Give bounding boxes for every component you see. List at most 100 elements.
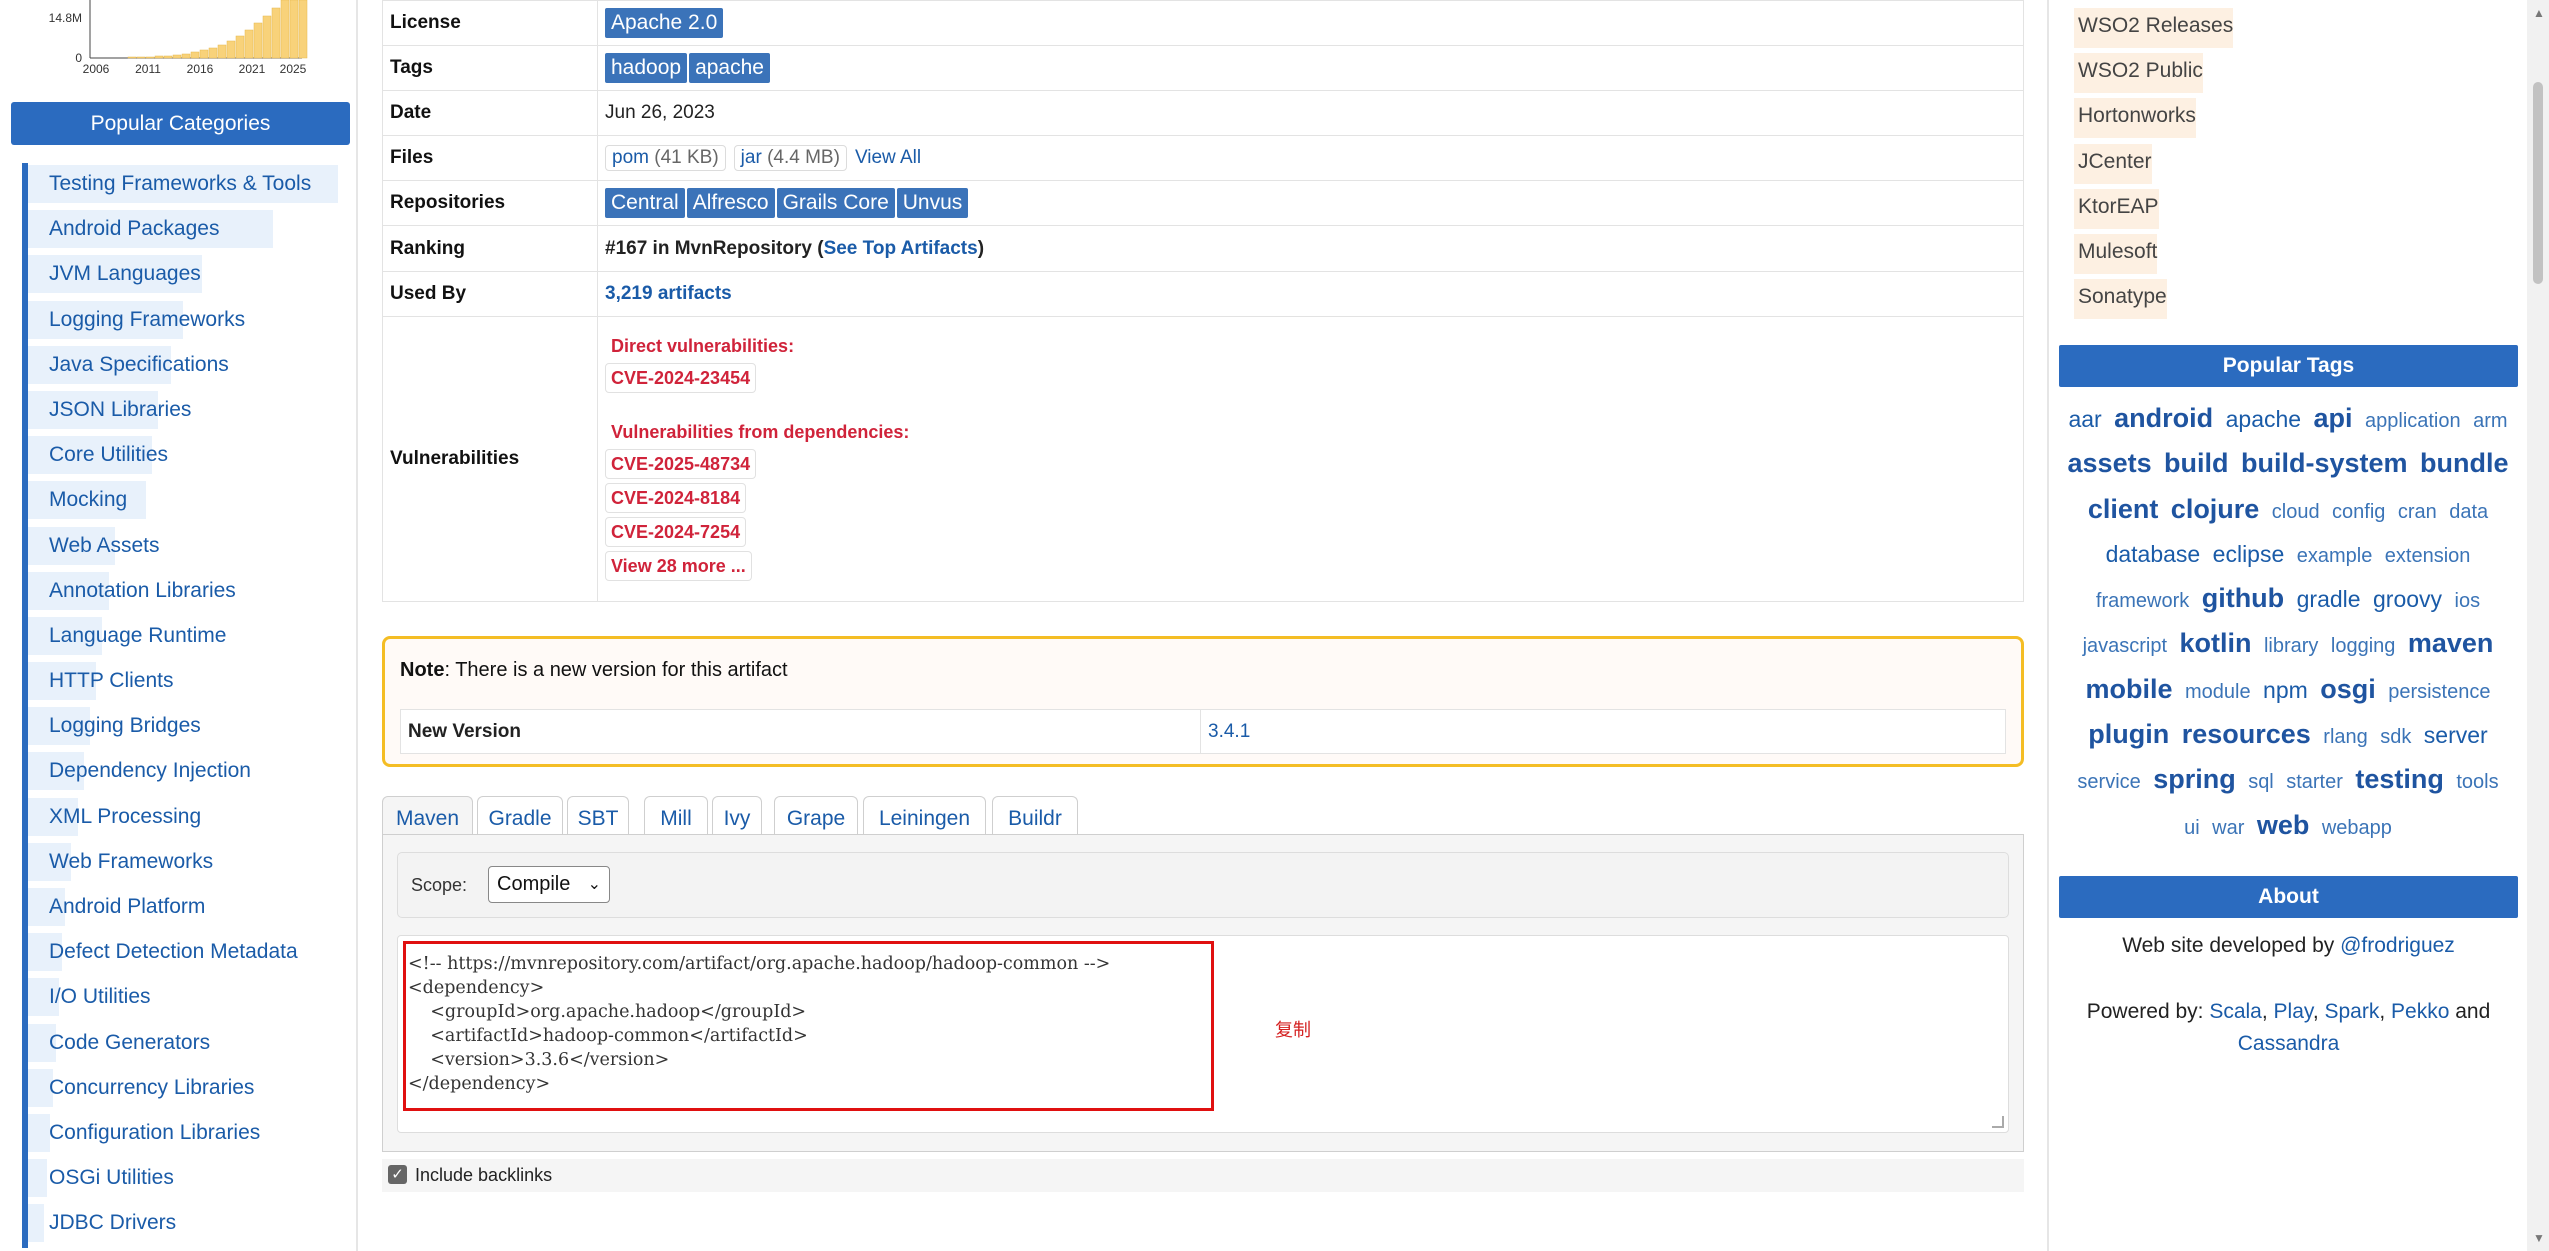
tag-cloud-link[interactable]: build-system	[2241, 448, 2408, 478]
tag-cloud-link[interactable]: ui	[2184, 817, 2200, 839]
tag-cloud-link[interactable]: aar	[2068, 406, 2101, 432]
sidebar-category-label[interactable]: Logging Frameworks	[49, 299, 245, 341]
scope-select[interactable]: Compile ⌄	[488, 866, 610, 903]
tag-cloud-link[interactable]: framework	[2096, 590, 2189, 612]
tag-cloud-link[interactable]: ios	[2455, 590, 2481, 612]
sidebar-category-label[interactable]: Android Packages	[49, 208, 219, 250]
resize-handle-icon[interactable]	[1992, 1116, 2004, 1128]
about-author-link[interactable]: @frodriguez	[2340, 934, 2455, 957]
repository-link[interactable]: WSO2 Releases	[2074, 8, 2234, 48]
file-jar-link[interactable]: jar	[741, 147, 762, 168]
tag-badge[interactable]: apache	[689, 53, 770, 83]
repo-badge[interactable]: Grails Core	[776, 188, 895, 218]
tag-cloud-link[interactable]: apache	[2226, 406, 2301, 432]
sidebar-category-item[interactable]: Core Utilities	[22, 434, 352, 480]
tag-cloud-link[interactable]: logging	[2331, 635, 2396, 657]
sidebar-category-item[interactable]: Annotation Libraries	[22, 569, 352, 615]
file-pom-link[interactable]: pom	[612, 147, 649, 168]
powered-link-spark[interactable]: Spark	[2324, 1000, 2379, 1023]
tag-cloud-link[interactable]: groovy	[2373, 586, 2442, 612]
cve-link[interactable]: CVE-2024-7254	[605, 517, 747, 547]
tag-cloud-link[interactable]: service	[2077, 771, 2140, 793]
tag-cloud-link[interactable]: plugin	[2088, 719, 2169, 749]
scroll-down-icon[interactable]: ▼	[2533, 1231, 2545, 1245]
sidebar-category-item[interactable]: Language Runtime	[22, 614, 352, 661]
tag-cloud-link[interactable]: clojure	[2171, 494, 2260, 524]
sidebar-category-label[interactable]: Web Assets	[49, 525, 160, 567]
sidebar-category-item[interactable]: Logging Bridges	[22, 705, 352, 751]
tag-badge[interactable]: hadoop	[605, 53, 688, 83]
sidebar-category-label[interactable]: Annotation Libraries	[49, 570, 236, 612]
tab-mill[interactable]: Mill	[644, 796, 708, 836]
repository-link[interactable]: KtorEAP	[2074, 188, 2159, 229]
tag-cloud-link[interactable]: rlang	[2323, 726, 2367, 748]
sidebar-category-label[interactable]: Dependency Injection	[49, 750, 251, 792]
cve-link[interactable]: CVE-2025-48734	[605, 449, 757, 479]
sidebar-category-label[interactable]: Logging Bridges	[49, 705, 201, 747]
tag-cloud-link[interactable]: testing	[2355, 764, 2444, 794]
tag-cloud-link[interactable]: gradle	[2297, 586, 2361, 612]
tag-cloud-link[interactable]: module	[2185, 681, 2251, 703]
cve-link[interactable]: CVE-2024-8184	[605, 483, 747, 513]
tag-cloud-link[interactable]: bundle	[2420, 448, 2509, 478]
sidebar-category-label[interactable]: Testing Frameworks & Tools	[49, 163, 311, 205]
sidebar-category-label[interactable]: XML Processing	[49, 796, 201, 838]
tag-cloud-link[interactable]: mobile	[2086, 674, 2173, 704]
sidebar-category-label[interactable]: Configuration Libraries	[49, 1112, 260, 1154]
tag-cloud-link[interactable]: cloud	[2272, 501, 2320, 523]
sidebar-category-label[interactable]: Java Specifications	[49, 344, 229, 386]
repo-badge[interactable]: Central	[605, 188, 685, 218]
sidebar-category-item[interactable]: Configuration Libraries	[22, 1111, 352, 1158]
scrollbar-thumb[interactable]	[2533, 82, 2543, 284]
tag-cloud-link[interactable]: npm	[2263, 677, 2308, 703]
tag-cloud-link[interactable]: persistence	[2388, 681, 2490, 703]
tag-cloud-link[interactable]: web	[2257, 810, 2310, 840]
repository-link[interactable]: Mulesoft	[2074, 234, 2158, 274]
repo-badge[interactable]: Alfresco	[686, 188, 775, 218]
sidebar-category-item[interactable]: Android Platform	[22, 886, 352, 932]
tag-cloud-link[interactable]: api	[2314, 403, 2353, 433]
tag-cloud-link[interactable]: arm	[2473, 410, 2507, 432]
tag-cloud-link[interactable]: webapp	[2322, 817, 2392, 839]
tag-cloud-link[interactable]: github	[2202, 583, 2284, 613]
tab-leiningen[interactable]: Leiningen	[863, 796, 986, 836]
tag-cloud-link[interactable]: starter	[2286, 771, 2343, 793]
sidebar-category-item[interactable]: OSGi Utilities	[22, 1157, 352, 1203]
sidebar-category-item[interactable]: JSON Libraries	[22, 388, 352, 435]
sidebar-category-label[interactable]: JSON Libraries	[49, 389, 191, 431]
sidebar-category-item[interactable]: Web Assets	[22, 524, 352, 570]
dependency-snippet-textarea[interactable]: <!-- https://mvnrepository.com/artifact/…	[397, 935, 2009, 1133]
repository-link[interactable]: JCenter	[2074, 143, 2152, 184]
sidebar-category-item[interactable]: Defect Detection Metadata	[22, 931, 352, 977]
sidebar-category-item[interactable]: I/O Utilities	[22, 976, 352, 1022]
sidebar-category-item[interactable]: XML Processing	[22, 795, 352, 841]
tag-cloud-link[interactable]: data	[2449, 501, 2488, 523]
tag-cloud-link[interactable]: assets	[2068, 448, 2152, 478]
sidebar-category-item[interactable]: Mocking	[22, 479, 352, 525]
tab-sbt[interactable]: SBT	[567, 796, 629, 836]
tag-cloud-link[interactable]: server	[2424, 722, 2488, 748]
tag-cloud-link[interactable]: extension	[2385, 545, 2471, 567]
tab-gradle[interactable]: Gradle	[477, 796, 563, 836]
tag-cloud-link[interactable]: library	[2264, 635, 2318, 657]
new-version-link[interactable]: 3.4.1	[1208, 721, 1250, 742]
sidebar-category-item[interactable]: Android Packages	[22, 208, 352, 254]
tag-cloud-link[interactable]: build	[2164, 448, 2228, 478]
sidebar-category-label[interactable]: Web Frameworks	[49, 841, 213, 883]
tag-cloud-link[interactable]: osgi	[2320, 674, 2376, 704]
repository-link[interactable]: Hortonworks	[2074, 98, 2196, 139]
tab-grape[interactable]: Grape	[774, 796, 858, 836]
sidebar-category-label[interactable]: JVM Languages	[49, 253, 201, 295]
tag-cloud-link[interactable]: kotlin	[2180, 628, 2252, 658]
sidebar-category-label[interactable]: Language Runtime	[49, 615, 226, 657]
tag-cloud-link[interactable]: eclipse	[2213, 541, 2285, 567]
sidebar-category-item[interactable]: Dependency Injection	[22, 750, 352, 796]
tag-cloud-link[interactable]: sql	[2248, 771, 2274, 793]
tag-cloud-link[interactable]: cran	[2398, 501, 2437, 523]
used-by-link[interactable]: 3,219 artifacts	[605, 283, 732, 304]
sidebar-category-label[interactable]: Defect Detection Metadata	[49, 931, 298, 973]
sidebar-category-label[interactable]: Concurrency Libraries	[49, 1067, 254, 1109]
sidebar-category-label[interactable]: Code Generators	[49, 1022, 210, 1064]
view-more-vulns-link[interactable]: View 28 more ...	[605, 551, 752, 581]
include-backlinks-checkbox[interactable]: ✓	[388, 1165, 407, 1184]
